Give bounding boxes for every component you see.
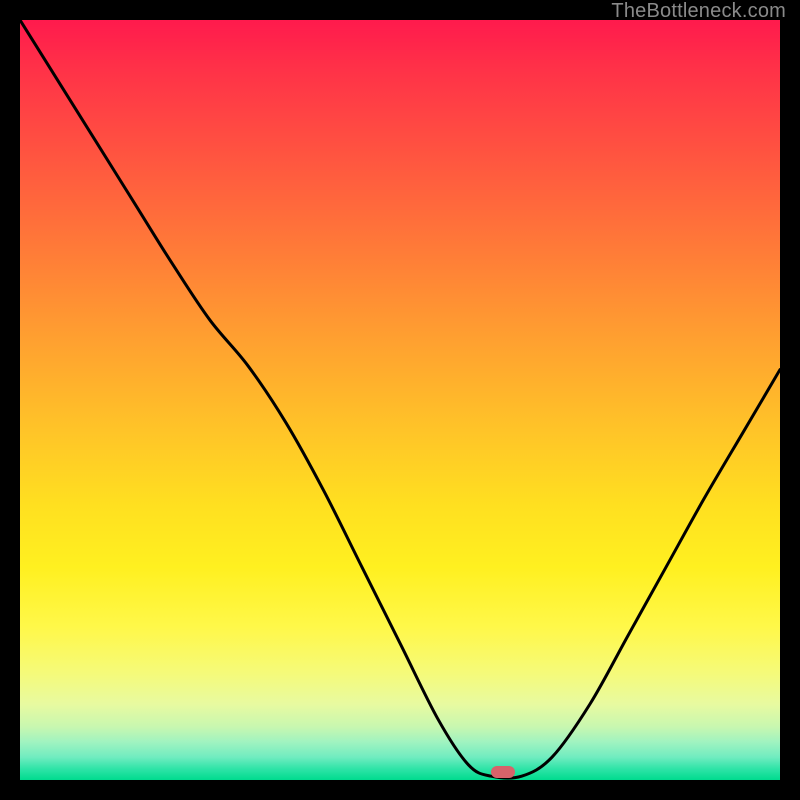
- optimal-marker: [491, 766, 515, 778]
- chart-container: TheBottleneck.com: [0, 0, 800, 800]
- bottleneck-curve: [20, 20, 780, 780]
- plot-area: [20, 20, 780, 780]
